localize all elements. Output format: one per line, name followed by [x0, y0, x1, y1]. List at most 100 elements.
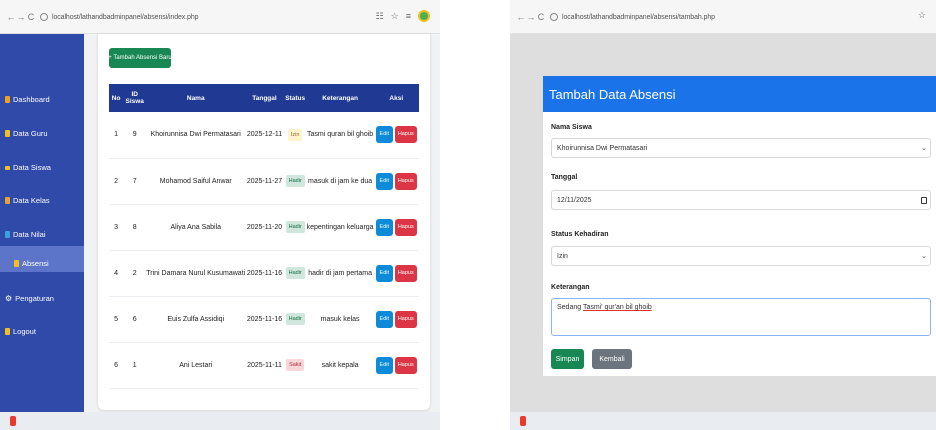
teacher-icon: [5, 130, 10, 137]
simpan-button[interactable]: Simpan: [551, 349, 584, 369]
edit-button[interactable]: Edit: [375, 310, 393, 328]
cell-keterangan: sakit kepala: [306, 342, 374, 389]
tambah-absensi-screenshot: ← → C localhost/lathandbadminpanel/absen…: [510, 0, 936, 430]
reload-icon[interactable]: C: [26, 12, 36, 22]
status-badge: Hadir: [285, 175, 305, 187]
cell-id-siswa: 1: [123, 342, 147, 389]
add-absensi-button[interactable]: + Tambah Absensi Baru: [108, 48, 172, 68]
cell-no: 5: [109, 296, 124, 343]
back-icon[interactable]: ←: [516, 12, 526, 22]
delete-button[interactable]: Hapus: [394, 218, 417, 236]
cell-no: 1: [109, 112, 124, 159]
calendar-icon[interactable]: [921, 196, 927, 204]
cell-status: Izin: [283, 112, 307, 159]
taskbar: [0, 412, 440, 430]
tambah-absensi-form: Tambah Data Absensi Nama Siswa Khoirunni…: [543, 76, 936, 376]
cell-nama: Trini Damara Nurul Kusumawati: [146, 250, 246, 297]
bookmark-star-icon[interactable]: ☆: [391, 11, 399, 22]
kembali-button[interactable]: Kembali: [592, 349, 632, 369]
cell-keterangan: masuk di jam ke dua: [306, 158, 374, 205]
sidebar-item-data-siswa[interactable]: Data Siswa: [5, 163, 51, 172]
chevron-down-icon: ⌄: [921, 253, 927, 260]
tanggal-input[interactable]: 12/11/2025: [551, 190, 931, 210]
sidebar-item-pengaturan[interactable]: ⚙ Pengaturan: [5, 294, 54, 303]
browser-actions: ☆: [918, 10, 926, 21]
delete-button[interactable]: Hapus: [394, 356, 417, 374]
forward-icon[interactable]: →: [16, 12, 26, 22]
sidebar-item-data-guru[interactable]: Data Guru: [5, 129, 48, 138]
status-kehadiran-value: Izin: [557, 252, 568, 260]
browser-toolbar: ← → C localhost/lathandbadminpanel/absen…: [510, 0, 936, 34]
address-bar[interactable]: localhost/lathandbadminpanel/absensi/tam…: [550, 12, 715, 21]
cell-nama: Euis Zulfa Assidiqi: [146, 296, 246, 343]
student-icon: [5, 165, 10, 170]
keterangan-textarea[interactable]: Sedang Tasmi' qur'an bil ghoib: [551, 298, 931, 336]
main-content: + Tambah Absensi Baru No ID Siswa Nama T…: [84, 34, 440, 412]
cell-id-siswa: 6: [123, 296, 147, 343]
cell-id-siswa: 2: [123, 250, 147, 297]
app-icon[interactable]: [520, 416, 526, 426]
keterangan-label: Keterangan: [551, 284, 590, 291]
edit-button[interactable]: Edit: [375, 126, 393, 144]
col-header-keterangan: Keterangan: [306, 84, 374, 112]
cell-tanggal: 2025-11-27: [245, 158, 284, 205]
cell-aksi: Edit Hapus: [373, 112, 419, 159]
cell-keterangan: masuk kelas: [306, 296, 374, 343]
status-kehadiran-select[interactable]: Izin ⌄: [551, 246, 931, 266]
status-badge: Hadir: [285, 221, 305, 233]
cell-status: Sakit: [283, 342, 307, 389]
nama-siswa-select[interactable]: Khoirunnisa Dwi Permatasari ⌄: [551, 138, 931, 158]
delete-button[interactable]: Hapus: [394, 126, 417, 144]
table-row: 6 1 Ani Lestari 2025-11-11 Sakit sakit kepala…: [109, 342, 419, 389]
sidebar-item-data-kelas[interactable]: Data Kelas: [5, 196, 50, 205]
cell-no: 6: [109, 342, 124, 389]
address-bar[interactable]: localhost/lathandbadminpanel/absensi/ind…: [40, 12, 199, 21]
profile-icon[interactable]: [418, 10, 430, 22]
delete-button[interactable]: Hapus: [394, 172, 417, 190]
sidebar-item-data-nilai[interactable]: Data Nilai: [5, 230, 46, 239]
site-info-icon[interactable]: [40, 12, 48, 21]
grade-icon: [5, 231, 10, 238]
sidebar-item-absensi[interactable]: Absensi: [14, 259, 49, 268]
extensions-icon[interactable]: ≡: [406, 11, 411, 21]
col-header-status: Status: [283, 84, 307, 112]
address-text: localhost/lathandbadminpanel/absensi/tam…: [562, 13, 715, 21]
forward-icon[interactable]: →: [526, 12, 536, 22]
sidebar-item-dashboard[interactable]: Dashboard: [5, 95, 50, 104]
back-icon[interactable]: ←: [6, 12, 16, 22]
absensi-card: + Tambah Absensi Baru No ID Siswa Nama T…: [98, 34, 430, 410]
site-info-icon[interactable]: [550, 12, 558, 21]
cell-aksi: Edit Hapus: [373, 250, 419, 297]
nama-siswa-label: Nama Siswa: [551, 124, 592, 131]
browser-actions: ☷ ☆ ≡: [376, 10, 430, 22]
sidebar-item-logout[interactable]: Logout: [5, 327, 36, 336]
cell-nama: Mohamod Saiful Anwar: [146, 158, 246, 205]
nama-siswa-value: Khoirunnisa Dwi Permatasari: [557, 144, 648, 152]
col-header-id-siswa: ID Siswa: [123, 84, 147, 112]
col-header-tanggal: Tanggal: [245, 84, 284, 112]
edit-button[interactable]: Edit: [375, 264, 393, 282]
edit-button[interactable]: Edit: [375, 172, 393, 190]
address-text: localhost/lathandbadminpanel/absensi/ind…: [52, 13, 199, 21]
absensi-table: No ID Siswa Nama Tanggal Status Keterang…: [109, 84, 419, 389]
bookmark-star-icon[interactable]: ☆: [918, 10, 926, 21]
col-header-nama: Nama: [146, 84, 246, 112]
edit-button[interactable]: Edit: [375, 218, 393, 236]
cell-keterangan: Tasmi quran bil ghoib: [306, 112, 374, 159]
cell-tanggal: 2025-11-16: [245, 250, 284, 297]
delete-button[interactable]: Hapus: [394, 264, 417, 282]
table-row: 5 6 Euis Zulfa Assidiqi 2025-11-16 Hadir masu…: [109, 296, 419, 343]
delete-button[interactable]: Hapus: [394, 310, 417, 328]
cell-aksi: Edit Hapus: [373, 158, 419, 205]
absensi-list-screenshot: ← → C localhost/lathandbadminpanel/absen…: [0, 0, 440, 430]
cell-keterangan: kepentingan keluarga: [306, 204, 374, 251]
browser-toolbar: ← → C localhost/lathandbadminpanel/absen…: [0, 0, 440, 34]
table-row: 3 8 Aliya Ana Sabila 2025-11-20 Hadir kepenti…: [109, 204, 419, 251]
gear-icon: ⚙: [5, 294, 13, 303]
cell-keterangan: hadir di jam pertama: [306, 250, 374, 297]
translate-icon[interactable]: ☷: [376, 11, 384, 22]
app-icon[interactable]: [10, 416, 16, 426]
reload-icon[interactable]: C: [536, 12, 546, 22]
edit-button[interactable]: Edit: [375, 356, 393, 374]
taskbar: [510, 412, 936, 430]
